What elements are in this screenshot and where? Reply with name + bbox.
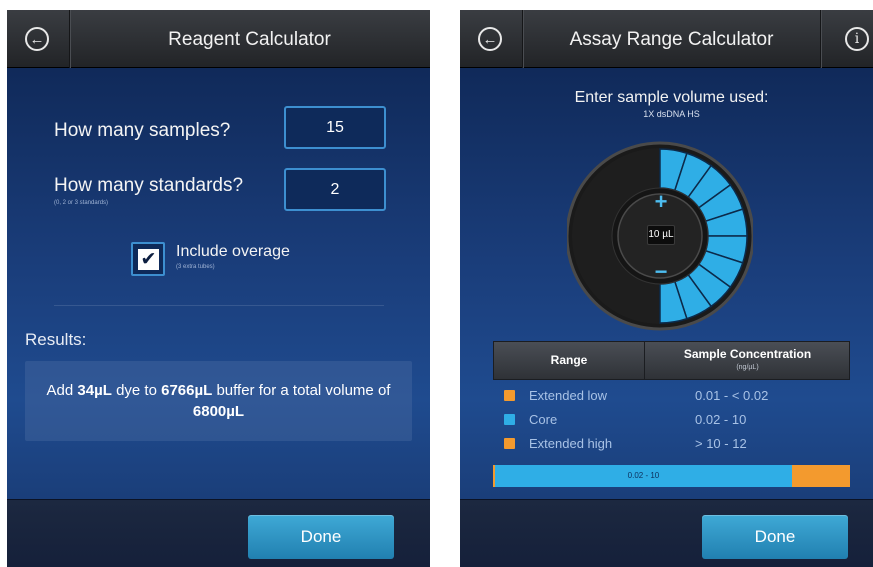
volume-prompt: Enter sample volume used: (574, 89, 769, 106)
range-bar: 0.02 - 10 (493, 465, 850, 487)
range-bar-high-segment (792, 465, 850, 487)
legend-swatch (504, 438, 515, 449)
results-text: Add 34µL dye to 6766µL buffer for a tota… (43, 380, 394, 422)
total-volume: 6800µL (192, 403, 245, 420)
decrease-volume-button[interactable]: − (651, 261, 671, 283)
increase-volume-button[interactable]: + (651, 191, 671, 213)
divider (54, 305, 384, 306)
page-title: Assay Range Calculator (569, 29, 774, 50)
info-icon[interactable]: i (845, 27, 869, 51)
top-bar: ← Reagent Calculator (7, 10, 430, 68)
range-bar-core-segment: 0.02 - 10 (494, 465, 793, 487)
concentration-unit: (ng/µL) (736, 364, 759, 371)
assay-range-calculator-screen: ← Assay Range Calculator i Enter sample … (460, 10, 873, 567)
dye-volume: 34µL (77, 382, 112, 399)
volume-dial[interactable]: + 10 µL − (565, 129, 755, 343)
range-name: Core (529, 412, 558, 427)
range-value: > 10 - 12 (695, 436, 747, 451)
reagent-calculator-screen: ← Reagent Calculator How many samples? 1… (7, 10, 430, 567)
results-box: Add 34µL dye to 6766µL buffer for a tota… (25, 361, 412, 441)
range-name: Extended high (529, 436, 613, 451)
done-button[interactable]: Done (248, 515, 394, 559)
range-value: 0.01 - < 0.02 (695, 388, 769, 403)
legend-swatch (504, 390, 515, 401)
range-table-header: Range Sample Concentration (ng/µL) (493, 341, 850, 380)
back-arrow-icon[interactable]: ← (478, 27, 502, 51)
legend-swatch (504, 414, 515, 425)
overage-label: Include overage (176, 243, 290, 260)
samples-input[interactable]: 15 (284, 106, 386, 149)
concentration-column-header: Sample Concentration (683, 347, 812, 361)
volume-value: 10 µL (647, 225, 675, 245)
overage-checkbox[interactable]: ✔ (131, 242, 165, 276)
range-column-header: Range (550, 353, 588, 367)
range-bar-core-label: 0.02 - 10 (627, 471, 660, 480)
results-prefix: Add (46, 382, 78, 399)
page-title: Reagent Calculator (168, 29, 331, 50)
top-bar: ← Assay Range Calculator i (460, 10, 873, 68)
buffer-volume: 6766µL (161, 382, 213, 399)
results-mid1: dye to (111, 382, 162, 399)
bottom-bar: Done (460, 499, 873, 567)
standards-hint: (0, 2 or 3 standards) (54, 200, 109, 206)
bottom-bar: Done (7, 499, 430, 567)
range-name: Extended low (529, 388, 608, 403)
overage-hint: (3 extra tubes) (176, 264, 215, 270)
standards-label: How many standards? (54, 175, 244, 196)
standards-input[interactable]: 2 (284, 168, 386, 211)
range-value: 0.02 - 10 (695, 412, 747, 427)
samples-label: How many samples? (54, 120, 231, 141)
assay-name: 1X dsDNA HS (643, 109, 700, 119)
results-mid2: buffer for a total volume of (212, 382, 391, 399)
results-title: Results: (25, 330, 87, 349)
done-button[interactable]: Done (702, 515, 848, 559)
checkmark-icon: ✔ (138, 249, 159, 270)
back-arrow-icon[interactable]: ← (25, 27, 49, 51)
top-bar-separator (820, 10, 821, 68)
